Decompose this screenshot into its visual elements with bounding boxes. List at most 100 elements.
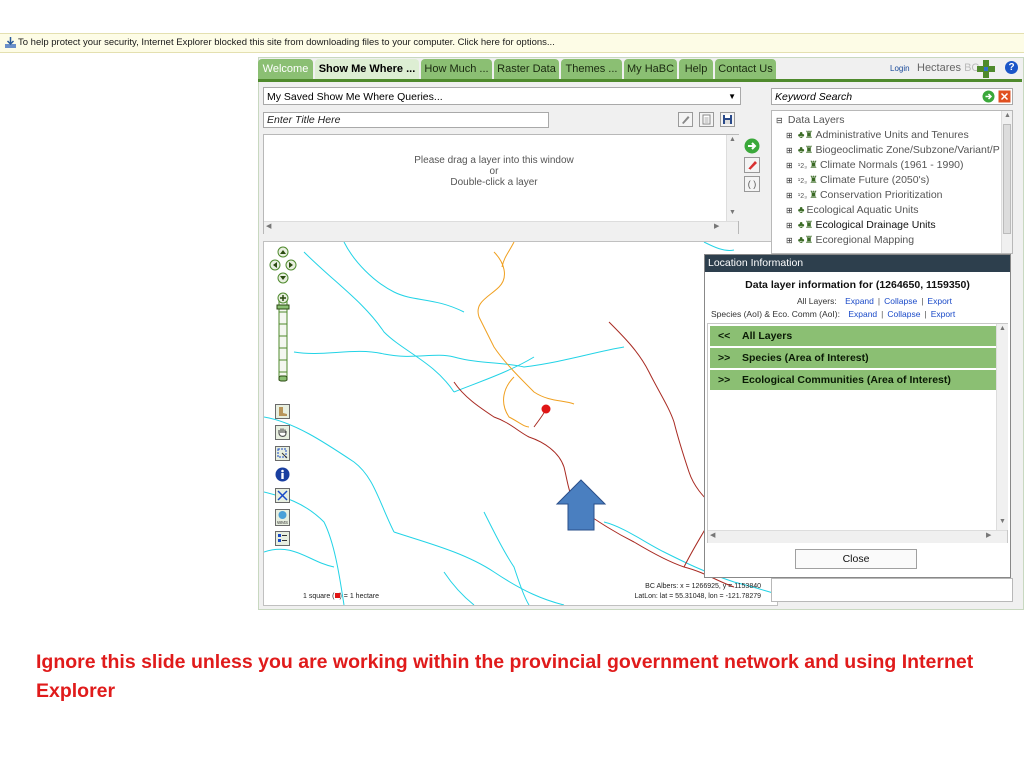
edit-pencil-icon[interactable]: [678, 112, 693, 127]
scroll-thumb[interactable]: [1003, 124, 1011, 234]
pan-hand-icon[interactable]: [275, 425, 290, 440]
layer-item[interactable]: ⊞ ♣ Ecological Aquatic Units: [786, 203, 919, 218]
login-link[interactable]: Login: [890, 64, 910, 73]
tab-contact-us[interactable]: Contact Us: [715, 59, 776, 79]
saved-queries-value: My Saved Show Me Where Queries...: [267, 91, 443, 103]
river-line: [264, 548, 335, 568]
keyword-search-input[interactable]: Keyword Search: [771, 88, 1013, 105]
scroll-up-icon[interactable]: ▲: [729, 136, 736, 143]
query-title-input[interactable]: Enter Title Here: [263, 112, 549, 128]
web-map-service-icon[interactable]: WMS: [275, 509, 290, 526]
drop-zone-horizontal-scrollbar[interactable]: ◀ ▶: [264, 221, 738, 234]
tab-show-me-where[interactable]: Show Me Where ...: [315, 59, 419, 79]
layer-item[interactable]: ⊞ ¹2₃ ♜ Climate Normals (1961 - 1990): [786, 158, 964, 173]
saved-queries-select[interactable]: My Saved Show Me Where Queries... ▼: [263, 87, 741, 105]
tab-my-habc[interactable]: My HaBC: [624, 59, 677, 79]
document-icon[interactable]: [699, 112, 714, 127]
layer-item[interactable]: ⊞ ♣♜ Ecoregional Mapping: [786, 233, 914, 248]
run-query-icon[interactable]: [744, 138, 760, 154]
save-icon[interactable]: [720, 112, 735, 127]
search-go-icon[interactable]: [982, 90, 995, 103]
layer-icon: ♜: [809, 175, 818, 186]
expand-icon[interactable]: ⊞: [786, 203, 795, 218]
section-species[interactable]: >> Species (Area of Interest): [710, 348, 996, 368]
tab-help[interactable]: Help: [679, 59, 713, 79]
help-icon[interactable]: ?: [1005, 61, 1018, 74]
layer-label: Climate Future (2050's): [819, 174, 930, 186]
scroll-down-icon[interactable]: ▼: [999, 518, 1006, 525]
scale-suffix: ) = 1 hectare: [339, 593, 380, 600]
svg-text:WMS: WMS: [277, 520, 288, 525]
tree-root[interactable]: ⊟ Data Layers: [776, 113, 845, 128]
expand-icon[interactable]: ⊞: [786, 173, 795, 188]
popup-horizontal-scrollbar[interactable]: ◀ ▶: [708, 530, 1007, 543]
layer-icon: ♜: [809, 160, 818, 171]
clear-search-icon[interactable]: [998, 90, 1011, 103]
parentheses-icon[interactable]: ( ): [744, 176, 760, 192]
export-all-link[interactable]: Export: [927, 296, 952, 306]
boot-tool-icon[interactable]: [275, 404, 290, 419]
scroll-down-icon[interactable]: ▼: [729, 209, 736, 216]
layers-scrollbar[interactable]: ▲: [1001, 111, 1012, 253]
expand-icon[interactable]: ⊞: [786, 218, 795, 233]
coords-latlon: LatLon: lat = 55.31048, lon = -121.78279: [634, 593, 762, 600]
road-line: [503, 376, 530, 428]
popup-vertical-scrollbar[interactable]: ▲ ▼: [996, 324, 1008, 530]
layer-icon: ♣: [797, 205, 805, 216]
expand-species-link[interactable]: Expand: [848, 309, 877, 319]
collapse-icon[interactable]: ⊟: [776, 113, 785, 128]
layer-item[interactable]: ⊞ ♣♜ Biogeoclimatic Zone/Subzone/Variant/…: [786, 143, 1000, 158]
habc-logo-icon: [977, 60, 995, 78]
download-icon: [5, 37, 16, 48]
species-label: Species (AoI) & Eco. Comm (AoI):: [711, 309, 840, 319]
select-area-icon[interactable]: [275, 446, 290, 461]
scroll-up-icon[interactable]: ▲: [999, 325, 1006, 332]
eraser-icon[interactable]: [744, 157, 760, 173]
ie-security-bar[interactable]: To help protect your security, Internet …: [0, 33, 1024, 53]
all-layers-actions: All Layers: Expand | Collapse | Export: [797, 296, 952, 306]
slide-notice: Ignore this slide unless you are working…: [36, 651, 974, 702]
scroll-left-icon[interactable]: ◀: [266, 222, 271, 230]
legend-list-icon[interactable]: [275, 531, 290, 546]
popup-header[interactable]: Location Information: [705, 255, 1010, 272]
popup-title: Data layer information for (1264650, 115…: [745, 279, 970, 291]
layer-label: Administrative Units and Tenures: [815, 129, 969, 141]
layer-item[interactable]: ⊞ ¹2₃ ♜ Climate Future (2050's): [786, 173, 929, 188]
hectares-bc-logo: Hectares BC: [917, 62, 979, 74]
layer-drop-zone[interactable]: Please drag a layer into this window or …: [263, 134, 739, 234]
hectares-text: Hectares: [917, 62, 962, 74]
measure-tool-icon[interactable]: [275, 488, 290, 503]
expand-icon[interactable]: ⊞: [786, 188, 795, 203]
section-ecological-communities[interactable]: >> Ecological Communities (Area of Intere…: [710, 370, 996, 390]
road-line: [501, 242, 515, 268]
collapse-chevron-icon: <<: [718, 330, 731, 342]
expand-icon[interactable]: ⊞: [786, 143, 795, 158]
scroll-left-icon[interactable]: ◀: [710, 531, 715, 539]
map-canvas[interactable]: WMS 1 square () = 1 hectare BC Albers: x…: [263, 241, 778, 606]
collapse-all-link[interactable]: Collapse: [884, 296, 917, 306]
tab-raster-data[interactable]: Raster Data: [494, 59, 559, 79]
layer-item[interactable]: ⊞ ♣♜ Ecological Drainage Units: [786, 218, 936, 233]
scroll-up-icon[interactable]: ▲: [1004, 112, 1011, 119]
collapse-species-link[interactable]: Collapse: [887, 309, 920, 319]
scroll-right-icon[interactable]: ▶: [714, 222, 719, 230]
close-button[interactable]: Close: [795, 549, 917, 569]
section-all-layers[interactable]: << All Layers: [710, 326, 996, 346]
layer-item[interactable]: ⊞ ♣♜ Administrative Units and Tenures: [786, 128, 969, 143]
export-species-link[interactable]: Export: [931, 309, 956, 319]
expand-icon[interactable]: ⊞: [786, 158, 795, 173]
pan-control[interactable]: [268, 246, 298, 286]
zoom-slider[interactable]: [275, 292, 291, 384]
tab-welcome[interactable]: Welcome: [258, 59, 313, 79]
info-icon[interactable]: [275, 467, 290, 482]
expand-all-link[interactable]: Expand: [845, 296, 874, 306]
drop-zone-vertical-scrollbar[interactable]: ▲ ▼: [726, 135, 739, 221]
layer-icon: ♣♜: [797, 235, 814, 246]
scroll-right-icon[interactable]: ▶: [986, 531, 991, 539]
layer-item[interactable]: ⊞ ¹2₃ ♜ Conservation Prioritization: [786, 188, 943, 203]
scale-prefix: 1 square (: [303, 593, 335, 600]
tab-how-much[interactable]: How Much ...: [421, 59, 492, 79]
expand-icon[interactable]: ⊞: [786, 233, 795, 248]
expand-icon[interactable]: ⊞: [786, 128, 795, 143]
tab-themes[interactable]: Themes ...: [561, 59, 622, 79]
